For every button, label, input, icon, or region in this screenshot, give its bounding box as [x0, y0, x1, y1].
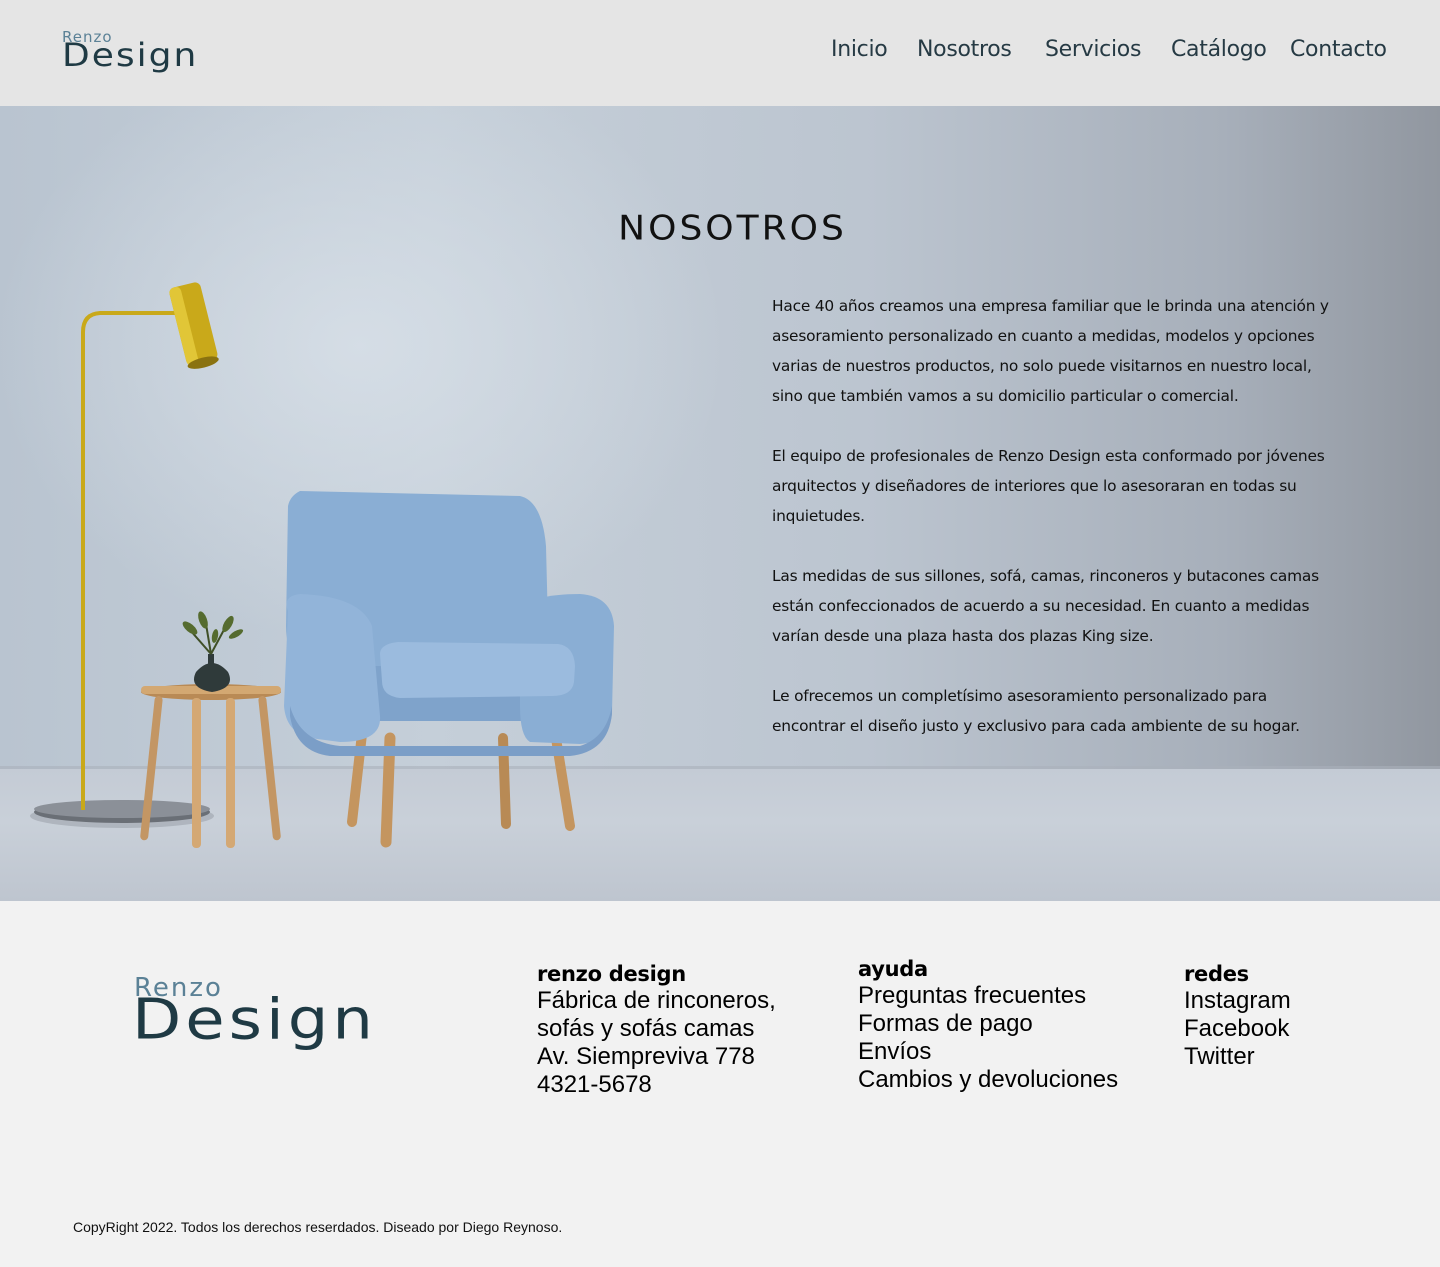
footer-social-column: redes Instagram Facebook Twitter [1184, 961, 1291, 1071]
footer-social-heading: redes [1184, 962, 1249, 986]
about-paragraph-3: Las medidas de sus sillones, sofá, camas… [772, 567, 1319, 645]
copyright-text: CopyRight 2022. Todos los derechos reser… [73, 1219, 563, 1235]
about-paragraph-2: El equipo de profesionales de Renzo Desi… [772, 447, 1325, 525]
footer-link-returns[interactable]: Cambios y devoluciones [858, 1066, 1118, 1094]
site-footer: Renzo Design renzo design Fábrica de rin… [0, 901, 1440, 1267]
footer-link-facebook[interactable]: Facebook [1184, 1015, 1291, 1043]
nav-link-servicios[interactable]: Servicios [1045, 34, 1141, 66]
footer-company-line: sofás y sofás camas [537, 1015, 755, 1042]
about-paragraph-4: Le ofrecemos un completísimo asesoramien… [772, 687, 1300, 735]
footer-logo[interactable]: Renzo Design [132, 973, 434, 1053]
about-paragraph-1: Hace 40 años creamos una empresa familia… [772, 297, 1329, 405]
footer-company-heading: renzo design [537, 962, 686, 986]
nav-link-inicio[interactable]: Inicio [831, 34, 888, 66]
footer-link-twitter[interactable]: Twitter [1184, 1043, 1291, 1071]
footer-help-heading: ayuda [858, 957, 928, 981]
footer-help-column: ayuda Preguntas frecuentes Formas de pag… [858, 956, 1118, 1094]
nav-link-contacto[interactable]: Contacto [1290, 34, 1387, 66]
about-text: Hace 40 años creamos una empresa familia… [772, 291, 1332, 771]
nav-link-nosotros[interactable]: Nosotros [917, 34, 1012, 66]
hero-section: NOSOTROS Hace 40 años creamos una empres… [0, 106, 1440, 901]
nav-link-catalogo[interactable]: Catálogo [1171, 34, 1267, 66]
footer-link-payment[interactable]: Formas de pago [858, 1010, 1118, 1038]
main-nav: Inicio Nosotros Servicios Catálogo Conta… [0, 34, 1440, 66]
site-header: Renzo Design Inicio Nosotros Servicios C… [0, 0, 1440, 106]
footer-logo-design-text: Design [132, 987, 377, 1053]
footer-link-shipping[interactable]: Envíos [858, 1038, 1118, 1066]
footer-company-column: renzo design Fábrica de rinconeros, sofá… [537, 961, 776, 1099]
page-title: NOSOTROS [618, 209, 847, 249]
footer-phone: 4321-5678 [537, 1071, 652, 1098]
footer-company-line: Fábrica de rinconeros, [537, 987, 776, 1014]
footer-link-faq[interactable]: Preguntas frecuentes [858, 982, 1118, 1010]
footer-address: Av. Siempreviva 778 [537, 1043, 755, 1070]
footer-link-instagram[interactable]: Instagram [1184, 987, 1291, 1015]
